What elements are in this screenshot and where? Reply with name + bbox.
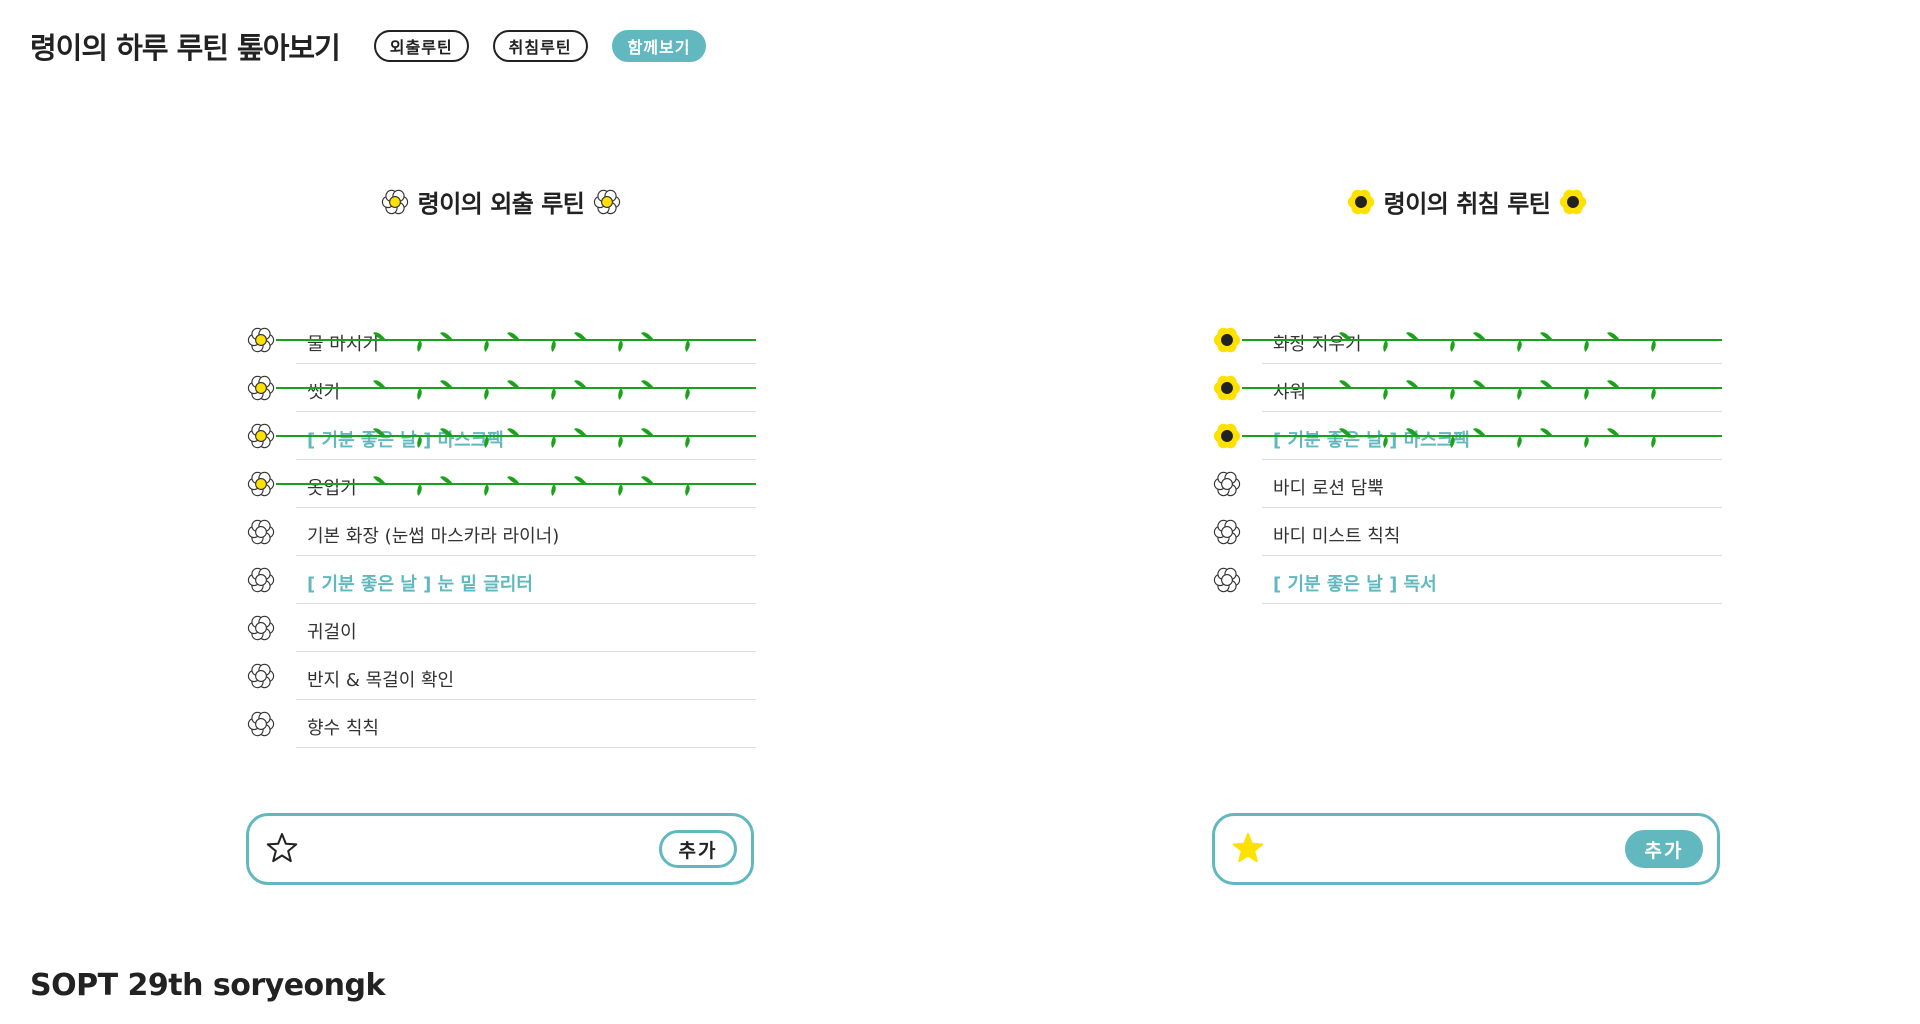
routine-item-label: 샤워 bbox=[1273, 382, 1307, 403]
sunflower-icon[interactable] bbox=[1212, 421, 1242, 451]
routine-item[interactable]: 바디 미스트 칙칙 bbox=[1212, 511, 1722, 559]
routine-item-label: [ 기분 좋은 날 ] 마스크팩 bbox=[1273, 430, 1470, 451]
daisy-icon[interactable] bbox=[246, 421, 276, 451]
routine-item-label: 화장 지우기 bbox=[1273, 334, 1362, 355]
sunflower-icon bbox=[1558, 187, 1588, 217]
star-outline-icon[interactable] bbox=[265, 831, 299, 865]
panel-title-text: 령이의 취침 루틴 bbox=[1383, 190, 1551, 218]
daisy-icon bbox=[380, 187, 410, 217]
tab-bedtime-routine[interactable]: 취침루틴 bbox=[492, 30, 588, 62]
item-underline bbox=[296, 619, 756, 652]
routine-item-label: [ 기분 좋은 날 ] 독서 bbox=[1273, 574, 1437, 595]
routine-item[interactable]: 귀걸이 bbox=[246, 607, 756, 655]
routine-item-label: 향수 칙칙 bbox=[307, 718, 379, 739]
routine-item[interactable]: 샤워 bbox=[1212, 367, 1722, 415]
routine-item-label: 귀걸이 bbox=[307, 622, 357, 643]
routine-list: 물 마시기씻기 [ 기분 좋은 날 ] 마스크팩옷입기기본 화장 (눈썹 마스카라… bbox=[246, 319, 756, 751]
header: 령이의 하루 루틴 톺아보기 외출루틴 취침루틴 함께보기 bbox=[30, 24, 730, 68]
routine-item[interactable]: [ 기분 좋은 날 ] 마스크팩 bbox=[246, 415, 756, 463]
routine-list: 화장 지우기샤워 [ 기분 좋은 날 ] 마스크팩바디 로션 담뿍바디 미스트 칙… bbox=[1212, 319, 1722, 607]
daisy-icon[interactable] bbox=[246, 373, 276, 403]
item-underline bbox=[296, 475, 756, 508]
star-filled-icon[interactable] bbox=[1231, 831, 1265, 865]
routine-item-label: 기본 화장 (눈썹 마스카라 라이너) bbox=[307, 526, 560, 547]
routine-item[interactable]: 물 마시기 bbox=[246, 319, 756, 367]
daisy-icon[interactable] bbox=[246, 469, 276, 499]
flower-outline-icon[interactable] bbox=[246, 661, 276, 691]
sunflower-icon[interactable] bbox=[1212, 325, 1242, 355]
routine-item-label: 반지 & 목걸이 확인 bbox=[307, 670, 455, 691]
flower-outline-icon[interactable] bbox=[246, 709, 276, 739]
routine-item-label: 물 마시기 bbox=[307, 334, 379, 355]
flower-outline-icon[interactable] bbox=[246, 613, 276, 643]
routine-item[interactable]: 옷입기 bbox=[246, 463, 756, 511]
routine-item[interactable]: [ 기분 좋은 날 ] 마스크팩 bbox=[1212, 415, 1722, 463]
routine-item[interactable]: [ 기분 좋은 날 ] 독서 bbox=[1212, 559, 1722, 607]
panel-title: 령이의 외출 루틴 bbox=[246, 184, 756, 219]
routine-item[interactable]: 씻기 bbox=[246, 367, 756, 415]
item-underline bbox=[296, 379, 756, 412]
sunflower-icon bbox=[1346, 187, 1376, 217]
daisy-icon[interactable] bbox=[246, 325, 276, 355]
routine-item-label: [ 기분 좋은 날 ] 마스크팩 bbox=[307, 430, 504, 451]
bedtime-routine-panel: 령이의 취침 루틴 화장 지우기샤워 [ 기분 좋은 날 ] 마스크팩바디 로션 … bbox=[1212, 170, 1722, 900]
routine-item-label: 씻기 bbox=[307, 382, 341, 403]
tab-view-together[interactable]: 함께보기 bbox=[611, 30, 707, 62]
page-title: 령이의 하루 루틴 톺아보기 bbox=[30, 31, 341, 65]
sunflower-icon[interactable] bbox=[1212, 373, 1242, 403]
flower-outline-icon[interactable] bbox=[246, 517, 276, 547]
item-underline bbox=[1262, 379, 1722, 412]
routine-item[interactable]: 기본 화장 (눈썹 마스카라 라이너) bbox=[246, 511, 756, 559]
routine-item[interactable]: 반지 & 목걸이 확인 bbox=[246, 655, 756, 703]
routine-item-label: 바디 미스트 칙칙 bbox=[1273, 526, 1401, 547]
routine-item-label: [ 기분 좋은 날 ] 눈 밑 글리터 bbox=[307, 574, 533, 595]
add-routine-bar: 추가 bbox=[246, 813, 754, 885]
routine-input[interactable] bbox=[315, 830, 619, 868]
panel-title: 령이의 취침 루틴 bbox=[1212, 184, 1722, 219]
routine-item[interactable]: 바디 로션 담뿍 bbox=[1212, 463, 1722, 511]
flower-outline-icon[interactable] bbox=[246, 565, 276, 595]
routine-item-label: 옷입기 bbox=[307, 478, 357, 499]
outing-routine-panel: 령이의 외출 루틴 물 마시기씻기 [ 기분 좋은 날 ] 마스크팩옷입기기본 화… bbox=[246, 170, 756, 900]
add-button[interactable]: 추가 bbox=[659, 830, 737, 868]
routine-input[interactable] bbox=[1281, 830, 1585, 868]
panel-title-text: 령이의 외출 루틴 bbox=[417, 190, 585, 218]
footer-credit: SOPT 29th soryeongk bbox=[30, 968, 385, 1003]
tab-outing-routine[interactable]: 외출루틴 bbox=[373, 30, 469, 62]
flower-outline-icon[interactable] bbox=[1212, 565, 1242, 595]
add-button[interactable]: 추가 bbox=[1625, 830, 1703, 868]
flower-outline-icon[interactable] bbox=[1212, 517, 1242, 547]
daisy-icon bbox=[592, 187, 622, 217]
routine-item[interactable]: [ 기분 좋은 날 ] 눈 밑 글리터 bbox=[246, 559, 756, 607]
add-routine-bar: 추가 bbox=[1212, 813, 1720, 885]
flower-outline-icon[interactable] bbox=[1212, 469, 1242, 499]
routine-item[interactable]: 향수 칙칙 bbox=[246, 703, 756, 751]
routine-item-label: 바디 로션 담뿍 bbox=[1273, 478, 1384, 499]
routine-item[interactable]: 화장 지우기 bbox=[1212, 319, 1722, 367]
